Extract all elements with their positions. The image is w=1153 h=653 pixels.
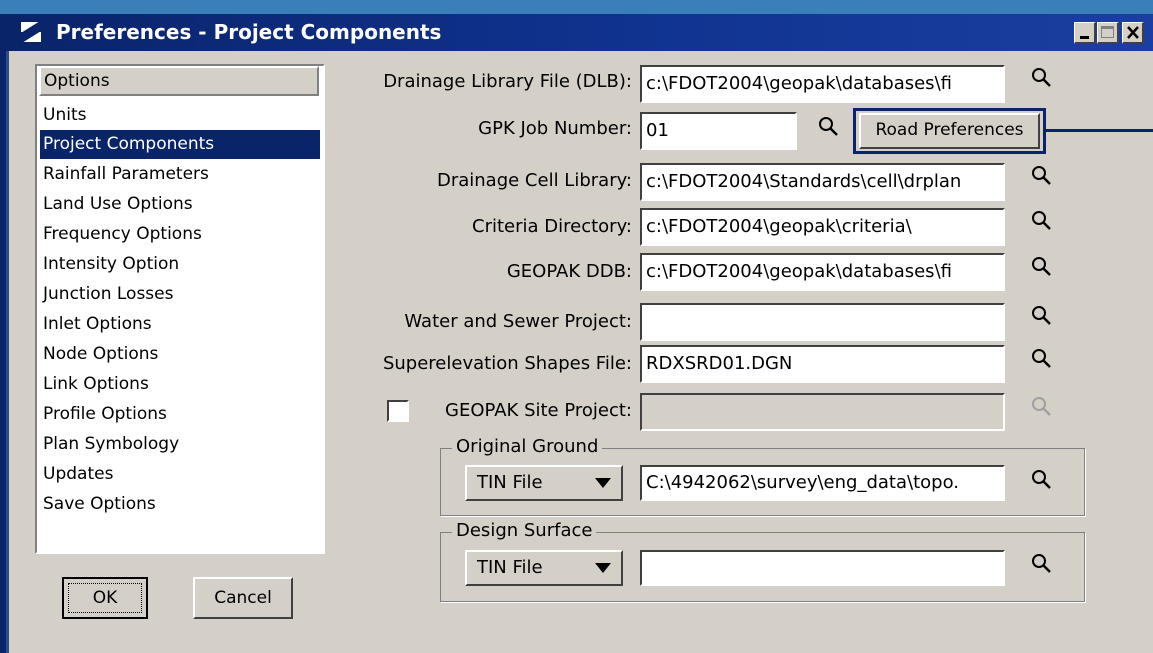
criteria-dir-field[interactable]: c:\FDOT2004\geopak\criteria\: [640, 208, 1005, 246]
original-ground-file-field[interactable]: C:\4942062\survey\eng_data\topo.: [640, 465, 1005, 501]
list-item-plan-symbology[interactable]: Plan Symbology: [40, 430, 320, 459]
site-project-browse-icon: [1032, 397, 1051, 416]
superelevation-label: Superelevation Shapes File:: [382, 353, 632, 374]
gpk-job-field[interactable]: 01: [640, 112, 797, 150]
drainage-cell-label: Drainage Cell Library:: [436, 170, 632, 191]
design-surface-file-field[interactable]: [640, 550, 1005, 586]
close-button[interactable]: [1122, 22, 1144, 44]
design-surface-type-dropdown[interactable]: TIN File: [465, 550, 623, 586]
ok-button[interactable]: OK: [62, 577, 148, 619]
drainage-library-field[interactable]: c:\FDOT2004\geopak\databases\fi: [640, 65, 1005, 103]
triangle-down-icon: [595, 563, 611, 573]
list-item-project-components[interactable]: Project Components: [40, 130, 320, 159]
design-surface-legend: Design Surface: [452, 520, 597, 541]
window-frame-inner: [6, 51, 9, 653]
list-item-link-options[interactable]: Link Options: [40, 370, 320, 399]
minimize-button[interactable]: [1074, 22, 1096, 44]
criteria-dir-label: Criteria Directory:: [472, 216, 632, 237]
geopak-app-icon: [16, 20, 46, 44]
window-title: Preferences - Project Components: [56, 20, 442, 44]
list-item-node-options[interactable]: Node Options: [40, 340, 320, 369]
drainage-library-label: Drainage Library File (DLB):: [383, 71, 632, 92]
original-ground-legend: Original Ground: [452, 436, 603, 457]
maximize-icon: [1101, 26, 1114, 38]
site-project-checkbox[interactable]: [387, 400, 409, 422]
list-item-units[interactable]: Units: [40, 101, 320, 130]
ok-button-label: OK: [68, 583, 142, 613]
gpk-job-browse-icon[interactable]: [818, 116, 840, 138]
drainage-cell-browse-icon[interactable]: [1031, 165, 1053, 187]
geopak-ddb-field[interactable]: c:\FDOT2004\geopak\databases\fi: [640, 253, 1005, 291]
list-item-land-use-options[interactable]: Land Use Options: [40, 190, 320, 219]
callout-line: [1046, 129, 1153, 132]
options-list-header: Options: [39, 66, 319, 96]
design-surface-browse-icon[interactable]: [1031, 553, 1053, 575]
gpk-job-label: GPK Job Number:: [478, 118, 632, 139]
maximize-button[interactable]: [1097, 22, 1119, 44]
site-project-field: [640, 393, 1005, 431]
water-sewer-field[interactable]: [640, 303, 1005, 341]
list-item-intensity-option[interactable]: Intensity Option: [40, 250, 320, 279]
minimize-icon: [1080, 36, 1089, 39]
list-item-updates[interactable]: Updates: [40, 460, 320, 489]
water-sewer-label: Water and Sewer Project:: [404, 311, 632, 332]
superelevation-browse-icon[interactable]: [1031, 348, 1053, 370]
original-ground-browse-icon[interactable]: [1031, 469, 1053, 491]
original-ground-type-value: TIN File: [477, 472, 543, 493]
list-item-junction-losses[interactable]: Junction Losses: [40, 280, 320, 309]
list-item-rainfall-parameters[interactable]: Rainfall Parameters: [40, 160, 320, 189]
superelevation-field[interactable]: RDXSRD01.DGN: [640, 345, 1005, 383]
drainage-library-browse-icon[interactable]: [1031, 67, 1053, 89]
list-item-inlet-options[interactable]: Inlet Options: [40, 310, 320, 339]
site-project-label: GEOPAK Site Project:: [445, 400, 632, 421]
original-ground-type-dropdown[interactable]: TIN File: [465, 465, 623, 501]
geopak-ddb-browse-icon[interactable]: [1031, 256, 1053, 278]
water-sewer-browse-icon[interactable]: [1031, 305, 1053, 327]
criteria-dir-browse-icon[interactable]: [1031, 210, 1053, 232]
close-icon: [1127, 26, 1139, 39]
drainage-cell-field[interactable]: c:\FDOT2004\Standards\cell\drplan: [640, 163, 1005, 201]
design-surface-type-value: TIN File: [477, 557, 543, 578]
geopak-ddb-label: GEOPAK DDB:: [506, 261, 632, 282]
cancel-button[interactable]: Cancel: [193, 577, 293, 619]
list-item-profile-options[interactable]: Profile Options: [40, 400, 320, 429]
list-item-save-options[interactable]: Save Options: [40, 490, 320, 519]
list-item-frequency-options[interactable]: Frequency Options: [40, 220, 320, 249]
triangle-down-icon: [595, 478, 611, 488]
road-preferences-button[interactable]: Road Preferences: [859, 113, 1040, 149]
